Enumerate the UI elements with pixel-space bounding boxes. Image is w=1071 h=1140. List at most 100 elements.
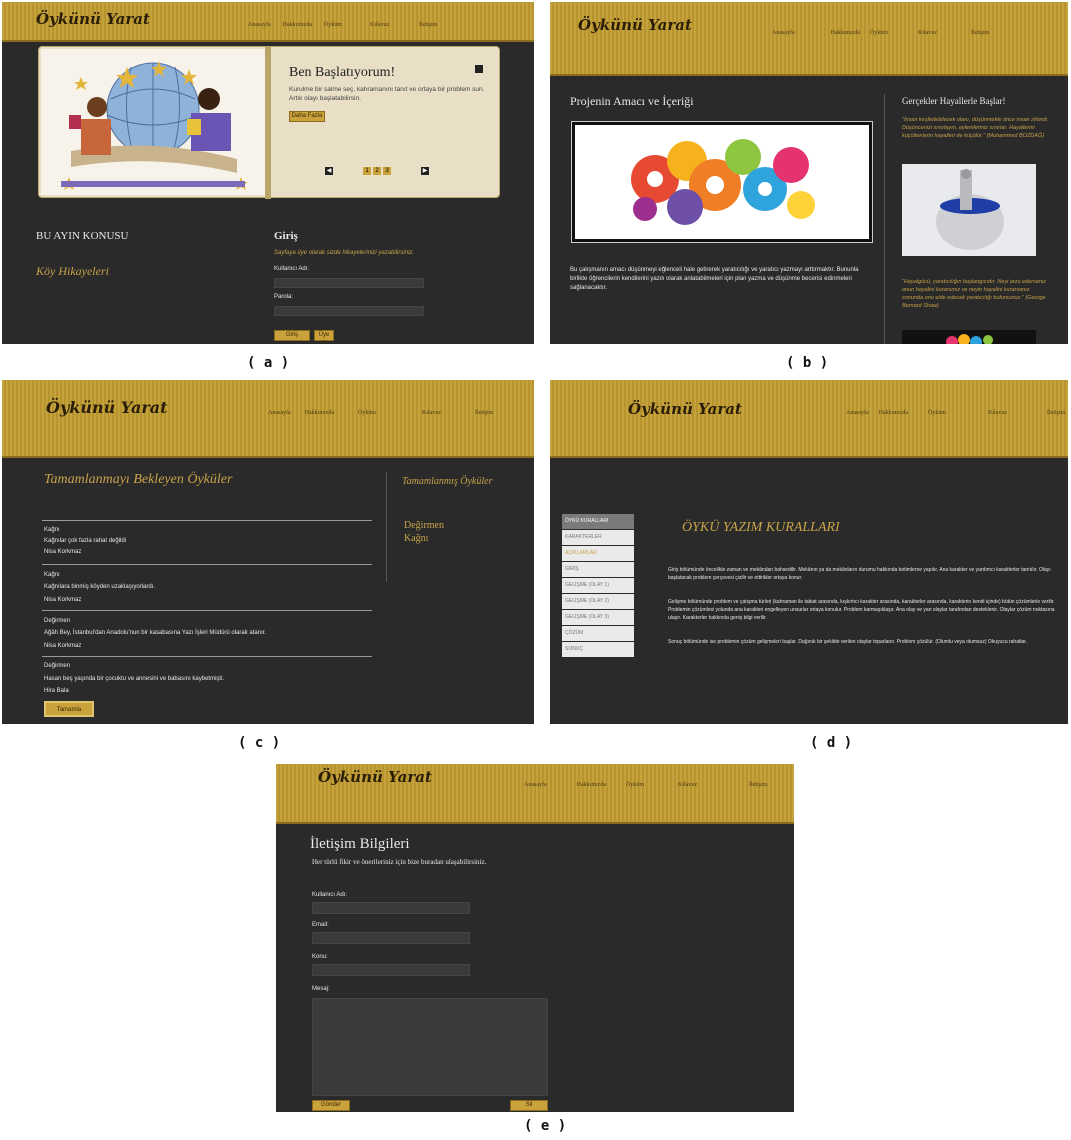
send-button[interactable]: Gönder <box>312 1100 350 1111</box>
login-title: Giriş <box>274 230 298 242</box>
story-author: Nisa Korkmaz <box>44 549 82 555</box>
site-logo[interactable]: Öykünü Yarat <box>318 768 432 786</box>
nav-about[interactable]: Hakkımızda <box>879 410 908 416</box>
rules-paragraph-1: Giriş bölümünde öncelikle zaman ve mekân… <box>668 567 1051 581</box>
nav-contact[interactable]: İletişim <box>749 782 767 788</box>
nav-about[interactable]: Hakkımızda <box>305 410 334 416</box>
menu-item-rules[interactable]: ÖYKÜ KURALLARI <box>562 514 634 529</box>
nav-home[interactable]: Anasayfa <box>524 782 547 788</box>
main-nav: Anasayfa Hakkımızda Öyküm Kılavuz İletiş… <box>524 782 767 788</box>
main-nav: Anasayfa Hakkımızda Öyküm Kılavuz İletiş… <box>772 30 989 36</box>
pending-title: Tamamlanmayı Bekleyen Öyküler <box>44 472 233 487</box>
story-title[interactable]: Kağnı <box>44 527 60 533</box>
site-logo[interactable]: Öykünü Yarat <box>36 10 150 28</box>
site-logo[interactable]: Öykünü Yarat <box>46 398 168 417</box>
subject-label: Konu: <box>312 954 328 960</box>
menu-item-intro[interactable]: GİRİŞ <box>562 562 634 577</box>
email-input[interactable] <box>312 932 470 944</box>
menu-item-explanations[interactable]: AÇIKLAMLAR <box>562 546 634 561</box>
nav-story[interactable]: Öyküm <box>324 22 342 28</box>
book-spine <box>265 47 271 199</box>
nav-about[interactable]: Hakkımızda <box>831 30 860 36</box>
site-logo[interactable]: Öykünü Yarat <box>628 400 742 418</box>
sidebar-divider <box>386 472 387 582</box>
nav-guide[interactable]: Kılavuz <box>370 22 389 28</box>
menu-item-event-1[interactable]: GELİŞME (OLAY 1) <box>562 578 634 593</box>
children-reading-image <box>61 61 248 190</box>
page-2[interactable]: 2 <box>373 167 381 175</box>
main-nav: Anasayfa Hakkımızda Öyküm Kılavuz İletiş… <box>248 22 437 28</box>
completed-item-2[interactable]: Kağnı <box>404 533 428 544</box>
month-topic[interactable]: Köy Hikayeleri <box>36 264 109 279</box>
screen-e: Öykünü Yarat Anasayfa Hakkımızda Öyküm K… <box>276 764 794 1112</box>
caption-d: ( d ) <box>810 735 853 751</box>
divider <box>42 564 372 565</box>
username-input[interactable] <box>312 902 470 914</box>
password-input[interactable] <box>274 306 424 316</box>
rules-menu: ÖYKÜ KURALLARI KARAKTERLER AÇIKLAMLAR Gİ… <box>562 514 634 658</box>
menu-item-event-2[interactable]: GELİŞME (OLAY 2) <box>562 594 634 609</box>
signup-button[interactable]: Üye Ol <box>314 330 334 344</box>
username-label: Kullanıcı Adı: <box>312 892 348 898</box>
caption-e: ( e ) <box>524 1118 567 1134</box>
nav-home[interactable]: Anasayfa <box>248 22 271 28</box>
nav-story[interactable]: Öyküm <box>870 30 888 36</box>
message-label: Mesaj: <box>312 986 330 992</box>
book-slider: Ben Başlatıyorum! Kurulme bir salme seç,… <box>38 46 500 199</box>
message-textarea[interactable] <box>312 998 548 1096</box>
colorful-bulb-image <box>946 334 993 344</box>
nav-home[interactable]: Anasayfa <box>268 410 291 416</box>
side-title: Gerçekler Hayallerle Başlar! <box>902 96 1006 106</box>
divider <box>42 656 372 657</box>
month-topic-label: BU AYIN KONUSU <box>36 230 129 242</box>
complete-button[interactable]: Tamamla <box>44 701 94 717</box>
menu-item-solution[interactable]: ÇÖZÜM <box>562 626 634 641</box>
prev-arrow-icon[interactable]: ◀ <box>325 167 333 175</box>
menu-item-result[interactable]: SONUÇ <box>562 642 634 657</box>
nav-story[interactable]: Öyküm <box>358 410 376 416</box>
nav-contact[interactable]: İletişim <box>1047 410 1065 416</box>
nav-contact[interactable]: İletişim <box>971 30 989 36</box>
completed-item-1[interactable]: Değirmen <box>404 520 444 531</box>
page-1[interactable]: 1 <box>363 167 371 175</box>
nav-contact[interactable]: İletişim <box>419 22 437 28</box>
nav-guide[interactable]: Kılavuz <box>678 782 697 788</box>
book-illustration <box>41 49 265 195</box>
story-title[interactable]: Değirmen <box>44 618 70 624</box>
main-nav: Anasayfa Hakkımızda Öyküm Kılavuz İletiş… <box>846 410 1065 416</box>
slider-close-icon[interactable] <box>475 65 483 73</box>
subject-input[interactable] <box>312 964 470 976</box>
login-button[interactable]: Giriş <box>274 330 310 341</box>
page-3[interactable]: 3 <box>383 167 391 175</box>
nav-story[interactable]: Öyküm <box>928 410 946 416</box>
menu-item-event-3[interactable]: GELİŞME (OLAY 3) <box>562 610 634 625</box>
sidebar-divider <box>884 94 885 344</box>
nav-home[interactable]: Anasayfa <box>772 30 795 36</box>
username-input[interactable] <box>274 278 424 288</box>
header: Öykünü Yarat Anasayfa Hakkımızda Öyküm K… <box>550 380 1068 458</box>
nav-contact[interactable]: İletişim <box>475 410 493 416</box>
next-arrow-icon[interactable]: ▶ <box>421 167 429 175</box>
more-button[interactable]: Daha Fazla <box>289 111 325 122</box>
caption-b: ( b ) <box>786 355 829 371</box>
open-head-image <box>936 169 1004 250</box>
slider-text: Kurulme bir salme seç, kahramanını tanıt… <box>289 86 485 102</box>
rules-title: ÖYKÜ YAZIM KURALLARI <box>682 520 840 535</box>
clear-button[interactable]: Sil <box>510 1100 548 1111</box>
story-title[interactable]: Kağnı <box>44 572 60 578</box>
screen-b: Öykünü Yarat Anasayfa Hakkımızda Öyküm K… <box>550 2 1068 344</box>
nav-about[interactable]: Hakkımızda <box>283 22 312 28</box>
menu-item-characters[interactable]: KARAKTERLER <box>562 530 634 545</box>
nav-about[interactable]: Hakkımızda <box>577 782 606 788</box>
nav-story[interactable]: Öyküm <box>626 782 644 788</box>
lightbulb-image <box>902 330 1036 344</box>
nav-guide[interactable]: Kılavuz <box>918 30 937 36</box>
site-logo[interactable]: Öykünü Yarat <box>578 16 692 34</box>
nav-guide[interactable]: Kılavuz <box>988 410 1007 416</box>
header: Öykünü Yarat Anasayfa Hakkımızda Öyküm K… <box>2 380 534 458</box>
project-title: Projenin Amacı ve İçeriği <box>570 94 694 108</box>
nav-home[interactable]: Anasayfa <box>846 410 869 416</box>
nav-guide[interactable]: Kılavuz <box>422 410 441 416</box>
header: Öykünü Yarat Anasayfa Hakkımızda Öyküm K… <box>276 764 794 824</box>
story-title[interactable]: Değirmen <box>44 663 70 669</box>
